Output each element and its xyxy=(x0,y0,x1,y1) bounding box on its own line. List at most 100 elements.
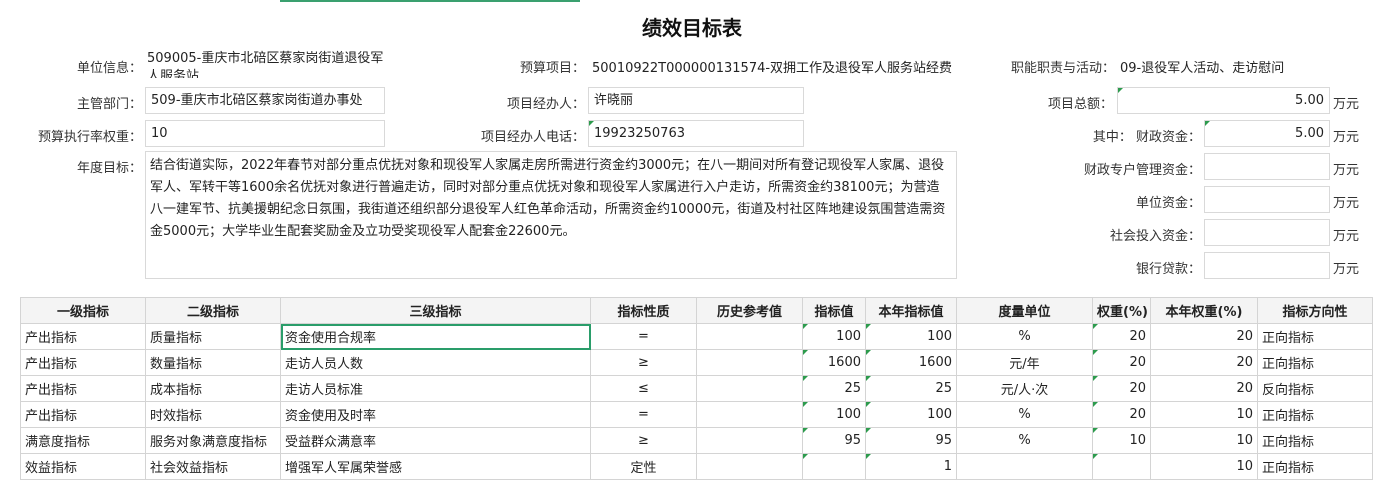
cell-value[interactable]: 100 xyxy=(802,401,866,428)
cell-level3[interactable]: 走访人员标准 xyxy=(280,375,591,402)
cell-value[interactable] xyxy=(802,453,866,480)
cell-weight[interactable]: 20 xyxy=(1092,349,1151,376)
cell-level2: 数量指标 xyxy=(145,349,281,376)
cell-nature[interactable]: = xyxy=(590,401,697,428)
cell-level1: 效益指标 xyxy=(20,453,146,480)
cell-level3[interactable]: 增强军人军属荣誉感 xyxy=(280,453,591,480)
cell-level2: 时效指标 xyxy=(145,401,281,428)
unit-fund-field[interactable] xyxy=(1204,186,1330,213)
header-level1: 一级指标 xyxy=(20,297,146,324)
header-unit: 度量单位 xyxy=(956,297,1093,324)
bank-loan-field[interactable] xyxy=(1204,252,1330,279)
cell-level3[interactable]: 走访人员人数 xyxy=(280,349,591,376)
cell-direction[interactable]: 正向指标 xyxy=(1257,401,1373,428)
cell-year-value[interactable]: 95 xyxy=(865,427,957,454)
cell-year-weight[interactable]: 10 xyxy=(1150,453,1258,480)
special-fund-field[interactable] xyxy=(1204,153,1330,180)
cell-level1: 产出指标 xyxy=(20,375,146,402)
top-accent-line xyxy=(280,0,580,2)
table-row: 满意度指标 服务对象满意度指标 受益群众满意率 ≥ 95 95 % 10 10 … xyxy=(20,427,1373,454)
cell-unit[interactable]: % xyxy=(956,401,1093,428)
header-level3: 三级指标 xyxy=(280,297,591,324)
unit-fund-label: 单位资金： xyxy=(1135,196,1201,211)
total-label: 项目总额： xyxy=(1047,97,1113,112)
cell-level3[interactable]: 受益群众满意率 xyxy=(280,427,591,454)
cell-unit[interactable]: % xyxy=(956,323,1093,350)
cell-history[interactable] xyxy=(696,323,803,350)
indicator-table: 一级指标 二级指标 三级指标 指标性质 历史参考值 指标值 本年指标值 度量单位… xyxy=(20,297,1373,480)
cell-direction[interactable]: 正向指标 xyxy=(1257,349,1373,376)
cell-year-value[interactable]: 25 xyxy=(865,375,957,402)
cell-value[interactable]: 100 xyxy=(802,323,866,350)
goal-label: 年度目标： xyxy=(76,161,142,176)
budget-item-value: 50010922T000000131574-双拥工作及退役军人服务站经费 xyxy=(592,61,953,76)
cell-direction[interactable]: 正向指标 xyxy=(1257,427,1373,454)
weight-label: 预算执行率权重： xyxy=(37,130,142,145)
unit-fund-unit: 万元 xyxy=(1333,196,1360,211)
cell-history[interactable] xyxy=(696,453,803,480)
cell-history[interactable] xyxy=(696,401,803,428)
cell-unit[interactable]: 元/人·次 xyxy=(956,375,1093,402)
cell-year-value[interactable]: 100 xyxy=(865,323,957,350)
cell-year-value[interactable]: 1 xyxy=(865,453,957,480)
cell-nature[interactable]: 定性 xyxy=(590,453,697,480)
cell-unit[interactable]: % xyxy=(956,427,1093,454)
fiscal-label: 其中： 财政资金： xyxy=(1092,130,1201,145)
unit-info-value: 509005-重庆市北碚区蔡家岗街道退役军人服务站 xyxy=(147,51,384,78)
duty-value: 09-退役军人活动、走访慰问 xyxy=(1120,61,1285,76)
header-weight: 权重(%) xyxy=(1092,297,1151,324)
cell-nature[interactable]: ≤ xyxy=(590,375,697,402)
total-field[interactable]: 5.00 xyxy=(1117,87,1330,114)
cell-year-value[interactable]: 100 xyxy=(865,401,957,428)
cell-weight[interactable]: 20 xyxy=(1092,375,1151,402)
cell-weight[interactable]: 20 xyxy=(1092,323,1151,350)
cell-history[interactable] xyxy=(696,427,803,454)
header-year-value: 本年指标值 xyxy=(865,297,957,324)
cell-weight[interactable]: 10 xyxy=(1092,427,1151,454)
goal-textarea[interactable]: 结合街道实际，2022年春节对部分重点优抚对象和现役军人家属走房所需进行资金约3… xyxy=(145,151,957,279)
phone-field[interactable]: 19923250763 xyxy=(588,120,804,147)
fiscal-field[interactable]: 5.00 xyxy=(1204,120,1330,147)
cell-year-weight[interactable]: 10 xyxy=(1150,427,1258,454)
cell-weight[interactable] xyxy=(1092,453,1151,480)
cell-year-weight[interactable]: 20 xyxy=(1150,375,1258,402)
cell-direction[interactable]: 正向指标 xyxy=(1257,453,1373,480)
cell-year-weight[interactable]: 20 xyxy=(1150,323,1258,350)
dept-field[interactable]: 509-重庆市北碚区蔡家岗街道办事处 xyxy=(145,87,385,114)
cell-year-value[interactable]: 1600 xyxy=(865,349,957,376)
cell-value[interactable]: 1600 xyxy=(802,349,866,376)
unit-info-label: 单位信息： xyxy=(76,61,142,76)
cell-weight[interactable]: 20 xyxy=(1092,401,1151,428)
header-value: 指标值 xyxy=(802,297,866,324)
cell-direction[interactable]: 正向指标 xyxy=(1257,323,1373,350)
cell-history[interactable] xyxy=(696,349,803,376)
cell-level2: 服务对象满意度指标 xyxy=(145,427,281,454)
manager-field[interactable]: 许晓丽 xyxy=(588,87,804,114)
cell-level2: 社会效益指标 xyxy=(145,453,281,480)
weight-field[interactable]: 10 xyxy=(145,120,385,147)
header-level2: 二级指标 xyxy=(145,297,281,324)
social-fund-label: 社会投入资金： xyxy=(1109,229,1201,244)
cell-level3[interactable]: 资金使用及时率 xyxy=(280,401,591,428)
cell-level1: 产出指标 xyxy=(20,323,146,350)
social-fund-field[interactable] xyxy=(1204,219,1330,246)
cell-year-weight[interactable]: 10 xyxy=(1150,401,1258,428)
social-fund-unit: 万元 xyxy=(1333,229,1360,244)
cell-year-weight[interactable]: 20 xyxy=(1150,349,1258,376)
cell-unit[interactable] xyxy=(956,453,1093,480)
cell-level1: 产出指标 xyxy=(20,401,146,428)
cell-nature[interactable]: = xyxy=(590,323,697,350)
cell-unit[interactable]: 元/年 xyxy=(956,349,1093,376)
header-direction: 指标方向性 xyxy=(1257,297,1373,324)
fiscal-unit: 万元 xyxy=(1333,130,1360,145)
bank-loan-label: 银行贷款： xyxy=(1135,262,1201,277)
cell-level3[interactable]: 资金使用合规率 xyxy=(280,323,591,350)
cell-history[interactable] xyxy=(696,375,803,402)
cell-level1: 产出指标 xyxy=(20,349,146,376)
header-history: 历史参考值 xyxy=(696,297,803,324)
cell-nature[interactable]: ≥ xyxy=(590,427,697,454)
cell-nature[interactable]: ≥ xyxy=(590,349,697,376)
cell-direction[interactable]: 反向指标 xyxy=(1257,375,1373,402)
cell-value[interactable]: 95 xyxy=(802,427,866,454)
cell-value[interactable]: 25 xyxy=(802,375,866,402)
